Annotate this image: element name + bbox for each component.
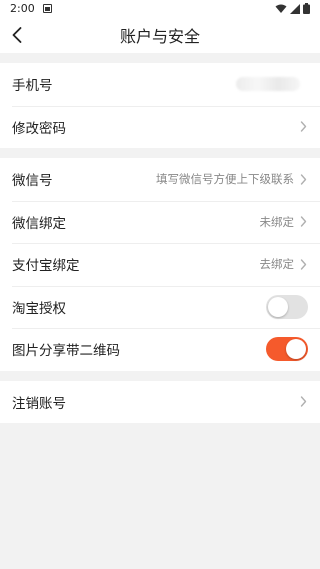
chevron-right-icon bbox=[300, 173, 308, 185]
nav-bar: 账户与安全 bbox=[0, 17, 320, 53]
share-qr-toggle[interactable] bbox=[266, 337, 308, 362]
phone-row[interactable]: 手机号 bbox=[0, 63, 320, 106]
wifi-icon bbox=[275, 4, 287, 13]
change-password-label: 修改密码 bbox=[12, 120, 66, 137]
share-qr-label: 图片分享带二维码 bbox=[12, 343, 120, 360]
signal-icon bbox=[290, 3, 300, 14]
taobao-auth-toggle[interactable] bbox=[266, 294, 308, 319]
alipay-bind-label: 支付宝绑定 bbox=[12, 258, 80, 275]
chevron-right-icon bbox=[300, 121, 308, 133]
wechat-bind-label: 微信绑定 bbox=[12, 215, 66, 232]
toggle-knob bbox=[286, 339, 306, 360]
change-password-row[interactable]: 修改密码 bbox=[0, 105, 320, 149]
phone-value-masked bbox=[236, 77, 300, 92]
page-title: 账户与安全 bbox=[119, 27, 200, 46]
cancel-account-row[interactable]: 注销账号 bbox=[0, 381, 320, 424]
status-time: 2:00 bbox=[10, 2, 35, 15]
alipay-bind-row[interactable]: 支付宝绑定 去绑定 bbox=[0, 243, 320, 286]
toggle-knob bbox=[268, 296, 288, 317]
taobao-auth-label: 淘宝授权 bbox=[12, 300, 66, 317]
chevron-left-icon bbox=[12, 27, 22, 43]
battery-icon bbox=[303, 3, 310, 14]
back-button[interactable] bbox=[6, 23, 28, 47]
notification-icon bbox=[42, 4, 52, 13]
alipay-bind-status: 去绑定 bbox=[259, 257, 295, 272]
account-section: 手机号 修改密码 bbox=[0, 63, 320, 148]
section-divider bbox=[0, 148, 320, 158]
wechat-id-row[interactable]: 微信号 填写微信号方便上下级联系 bbox=[0, 158, 320, 201]
wechat-bind-row[interactable]: 微信绑定 未绑定 bbox=[0, 200, 320, 244]
section-divider bbox=[0, 370, 320, 381]
chevron-right-icon bbox=[300, 216, 308, 228]
status-bar: 2:00 bbox=[0, 0, 320, 17]
section-divider bbox=[0, 53, 320, 63]
wechat-id-value: 填写微信号方便上下级联系 bbox=[156, 172, 294, 187]
chevron-right-icon bbox=[300, 258, 308, 270]
taobao-auth-row: 淘宝授权 bbox=[0, 285, 320, 329]
chevron-right-icon bbox=[300, 396, 308, 408]
phone-label: 手机号 bbox=[12, 78, 53, 95]
binding-section: 微信号 填写微信号方便上下级联系 微信绑定 未绑定 支付宝绑定 去绑定 淘宝授权… bbox=[0, 158, 320, 371]
share-qr-row: 图片分享带二维码 bbox=[0, 328, 320, 371]
cancel-account-label: 注销账号 bbox=[12, 395, 66, 412]
wechat-bind-status: 未绑定 bbox=[259, 214, 295, 229]
wechat-id-label: 微信号 bbox=[12, 173, 53, 190]
cancel-section: 注销账号 bbox=[0, 380, 320, 424]
